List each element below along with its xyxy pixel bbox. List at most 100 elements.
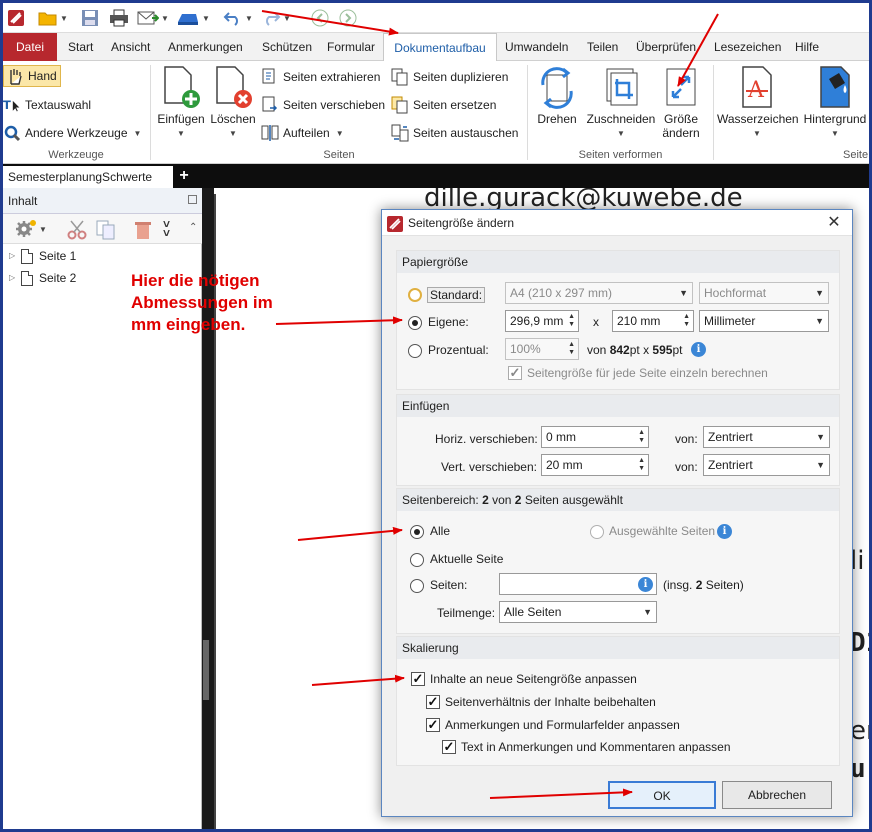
tree-item-seite-1[interactable]: ▷ Seite 1 [9, 246, 76, 266]
ribbon-tab-bar: Datei Start Ansicht Anmerkungen Schützen… [3, 33, 869, 62]
trash-icon[interactable] [133, 220, 153, 243]
more-chevron-icon[interactable]: ˅ ˅ [163, 218, 170, 239]
horiz-spinner[interactable]: 0 mm ▲ ▼ [541, 426, 649, 448]
fit-content-checkbox[interactable]: ✓ [411, 672, 425, 686]
panel-splitter-handle[interactable] [203, 640, 209, 700]
tab-start[interactable]: Start [66, 33, 95, 61]
expand-arrow-icon[interactable]: ▷ [9, 268, 21, 288]
tab-schuetzen[interactable]: Schützen [260, 33, 314, 61]
fit-annotations-checkbox[interactable]: ✓ [426, 718, 440, 732]
tab-dokumentaufbau[interactable]: Dokumentaufbau [383, 33, 497, 62]
horiz-anchor-select[interactable]: Zentriert ▼ [703, 426, 830, 448]
einfuegen-button[interactable]: Einfügen ▼ [155, 65, 207, 141]
seiten-verschieben-button[interactable]: Seiten verschieben [261, 94, 385, 116]
groesse-aendern-button[interactable]: Größe ändern [659, 65, 703, 140]
tab-lesezeichen[interactable]: Lesezeichen [712, 33, 783, 61]
tree-item-seite-2[interactable]: ▷ Seite 2 [9, 268, 76, 288]
undo-icon[interactable]: ▼ [221, 7, 255, 29]
tab-hilfe[interactable]: Hilfe [793, 33, 821, 61]
annotation-line: mm eingeben. [131, 315, 246, 334]
panel-restore-icon[interactable] [188, 195, 197, 204]
unit-select[interactable]: Millimeter ▼ [699, 310, 829, 332]
cut-icon[interactable] [67, 220, 89, 243]
ausgewaehlte-radio[interactable] [590, 525, 604, 539]
tab-umwandeln[interactable]: Umwandeln [503, 33, 570, 61]
info-icon[interactable]: i [691, 342, 706, 357]
seiten-input[interactable] [499, 573, 657, 595]
ribbon: Hand T Textauswahl Andere Werkzeuge ▼ We… [3, 61, 869, 164]
prozentual-radio[interactable] [408, 344, 422, 358]
cancel-button[interactable]: Abbrechen [722, 781, 832, 809]
eigene-radio[interactable] [408, 316, 422, 330]
textauswahl-button[interactable]: T Textauswahl [3, 94, 91, 116]
standard-size-select[interactable]: A4 (210 x 297 mm) ▼ [505, 282, 693, 304]
tab-anmerkungen[interactable]: Anmerkungen [166, 33, 245, 61]
spinner-arrows-icon[interactable]: ▲ ▼ [568, 313, 575, 329]
vert-spinner[interactable]: 20 mm ▲ ▼ [541, 454, 649, 476]
forward-icon[interactable] [337, 7, 359, 29]
each-page-checkbox[interactable]: ✓ [508, 366, 522, 380]
fit-text-checkbox[interactable]: ✓ [442, 740, 456, 754]
copy-icon[interactable] [95, 220, 117, 243]
info-icon[interactable]: i [638, 577, 653, 592]
collapse-icon[interactable]: ⌃ [189, 222, 197, 233]
open-folder-icon[interactable]: ▼ [35, 7, 71, 29]
tab-datei[interactable]: Datei [3, 33, 57, 61]
tab-ansicht[interactable]: Ansicht [109, 33, 152, 61]
standard-radio[interactable] [408, 288, 422, 302]
wasserzeichen-button[interactable]: A Wasserzeichen ▼ [717, 65, 799, 141]
aufteilen-label: Aufteilen [283, 126, 330, 140]
horiz-label: Horiz. verschieben: [435, 432, 538, 446]
spinner-arrows-icon[interactable]: ▲ ▼ [683, 313, 690, 329]
andere-werkzeuge-button[interactable]: Andere Werkzeuge ▼ [3, 122, 141, 144]
email-icon[interactable]: ▼ [135, 7, 171, 29]
save-icon[interactable] [79, 7, 101, 29]
options-gear-icon[interactable]: ▼ [15, 219, 47, 239]
height-spinner[interactable]: 210 mm ▲ ▼ [612, 310, 694, 332]
seiten-austauschen-button[interactable]: Seiten austauschen [391, 122, 518, 144]
von-label-1: von: [675, 432, 698, 446]
aufteilen-button[interactable]: Aufteilen ▼ [261, 122, 344, 144]
percent-spinner[interactable]: 100% ▲ ▼ [505, 338, 579, 360]
loeschen-button[interactable]: Löschen ▼ [207, 65, 259, 141]
back-icon[interactable] [309, 7, 331, 29]
orientation-select[interactable]: Hochformat ▼ [699, 282, 829, 304]
spinner-arrows-icon[interactable]: ▲ ▼ [568, 341, 575, 357]
close-icon[interactable]: ✕ [824, 213, 844, 233]
groesse-label-2: ändern [662, 126, 700, 140]
new-tab-button[interactable]: + [176, 168, 192, 184]
print-icon[interactable] [107, 7, 131, 29]
seiten-duplizieren-button[interactable]: Seiten duplizieren [391, 66, 508, 88]
tab-formular[interactable]: Formular [325, 33, 377, 61]
zuschneiden-label: Zuschneiden [586, 112, 656, 126]
expand-arrow-icon[interactable]: ▷ [9, 246, 21, 266]
skalierung-title: Skalierung [397, 637, 839, 659]
seiten-ersetzen-button[interactable]: Seiten ersetzen [391, 94, 496, 116]
seiten-radio[interactable] [410, 579, 424, 593]
document-tab[interactable]: SemesterplanungSchwerte [3, 166, 173, 188]
keep-ratio-checkbox[interactable]: ✓ [426, 695, 440, 709]
app-logo-icon[interactable] [5, 7, 27, 29]
insert-page-icon [161, 65, 201, 109]
spinner-arrows-icon[interactable]: ▲ ▼ [638, 457, 645, 473]
aktuelle-radio[interactable] [410, 553, 424, 567]
hand-tool-button[interactable]: Hand [3, 65, 61, 87]
info-icon[interactable]: i [717, 524, 732, 539]
teilmenge-select[interactable]: Alle Seiten ▼ [499, 601, 657, 623]
drehen-button[interactable]: Drehen [533, 65, 581, 126]
seitenbereich-title: Seitenbereich: 2 von 2 Seiten ausgewählt [397, 489, 839, 511]
standard-label: Standard: [427, 287, 486, 303]
width-spinner[interactable]: 296,9 mm ▲ ▼ [505, 310, 579, 332]
seiten-extrahieren-button[interactable]: Seiten extrahieren [261, 66, 380, 88]
tab-teilen[interactable]: Teilen [585, 33, 620, 61]
alle-radio[interactable] [410, 525, 424, 539]
hintergrund-button[interactable]: Hintergrund ▼ [799, 65, 871, 141]
ok-button[interactable]: OK [608, 781, 716, 809]
vert-anchor-select[interactable]: Zentriert ▼ [703, 454, 830, 476]
scan-icon[interactable]: ▼ [173, 7, 213, 29]
tab-ueberpruefen[interactable]: Überprüfen [634, 33, 698, 61]
spinner-arrows-icon[interactable]: ▲ ▼ [638, 429, 645, 445]
extract-icon [261, 68, 279, 86]
zuschneiden-button[interactable]: Zuschneiden ▼ [583, 65, 659, 141]
redo-icon[interactable]: ▼ [259, 7, 293, 29]
